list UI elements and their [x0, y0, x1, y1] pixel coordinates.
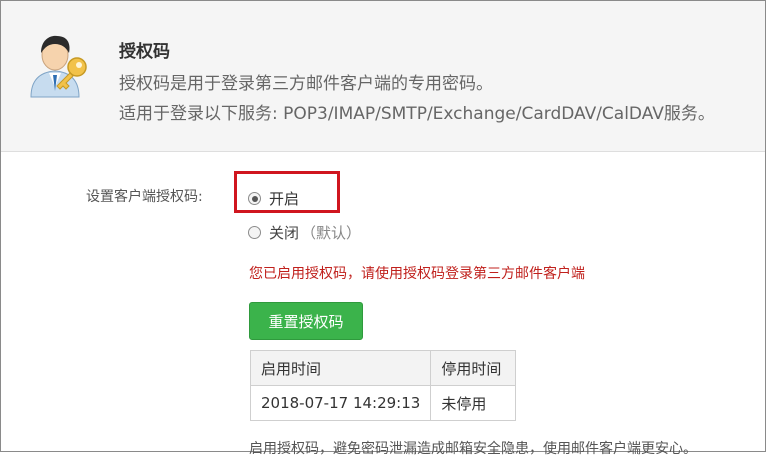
- auth-code-header: 授权码 授权码是用于登录第三方邮件客户端的专用密码。 适用于登录以下服务: PO…: [1, 1, 765, 152]
- user-key-icon: [30, 35, 87, 98]
- radio-disable[interactable]: 关闭 （默认）: [248, 222, 361, 243]
- table-header-row: 启用时间 停用时间: [249, 350, 517, 386]
- header-disabled-time: 停用时间: [430, 350, 517, 386]
- disabled-time-value: 未停用: [430, 385, 517, 421]
- auth-code-setting-label: 设置客户端授权码:: [86, 189, 203, 205]
- highlight-box: [234, 171, 340, 213]
- description-line-1: 授权码是用于登录第三方邮件客户端的专用密码。: [119, 74, 493, 94]
- auth-code-time-table: 启用时间 停用时间 2018-07-17 14:29:13 未停用: [249, 350, 517, 421]
- header-enabled-time: 启用时间: [249, 350, 432, 386]
- radio-button-unchecked[interactable]: [248, 226, 261, 239]
- radio-disable-label: 关闭: [269, 224, 300, 242]
- enabled-time-value: 2018-07-17 14:29:13: [249, 385, 432, 421]
- description-line-2: 适用于登录以下服务: POP3/IMAP/SMTP/Exchange/CardD…: [119, 104, 715, 124]
- radio-disable-default-note: （默认）: [301, 224, 362, 242]
- page-title: 授权码: [119, 42, 170, 62]
- reset-auth-code-button[interactable]: 重置授权码: [249, 302, 363, 340]
- footnote-text: 启用授权码，避免密码泄漏造成邮箱安全隐患，使用邮件客户端更安心。: [249, 441, 697, 457]
- table-row: 2018-07-17 14:29:13 未停用: [249, 385, 517, 421]
- auth-enabled-notice: 您已启用授权码，请使用授权码登录第三方邮件客户端: [249, 266, 585, 282]
